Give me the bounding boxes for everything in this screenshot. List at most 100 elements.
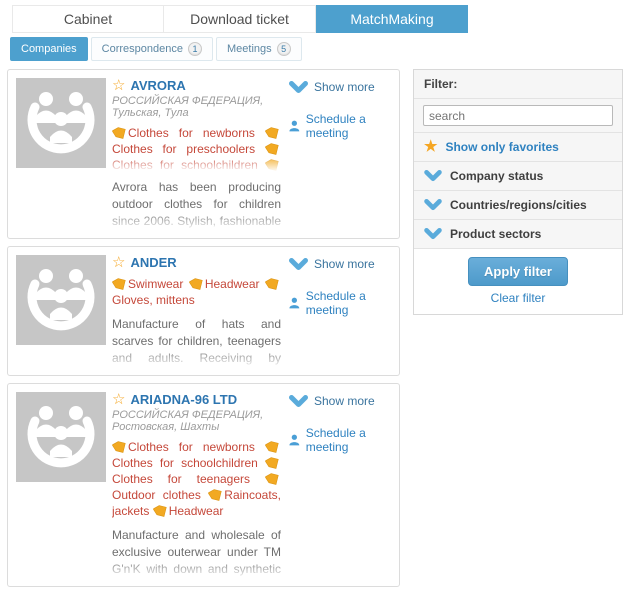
card-actions: Show more Schedule a meeting bbox=[289, 257, 393, 317]
tag-label: Swimwear bbox=[128, 277, 183, 291]
group-people-icon bbox=[16, 392, 106, 482]
show-more-link[interactable]: Show more bbox=[289, 257, 393, 271]
company-name[interactable]: ARIADNA-96 LTD bbox=[130, 392, 237, 407]
filter-actions: Apply filter Clear filter bbox=[414, 249, 622, 314]
tag-item[interactable]: Clothes for newborns bbox=[112, 126, 255, 140]
company-description: Avrora has been producing outdoor clothe… bbox=[112, 179, 281, 230]
schedule-meeting-link[interactable]: Schedule a meeting bbox=[289, 112, 393, 140]
subtab-meetings-label: Meetings bbox=[227, 43, 272, 55]
correspondence-count-badge: 1 bbox=[188, 42, 202, 56]
show-more-label: Show more bbox=[314, 394, 375, 408]
tag-icon bbox=[112, 126, 126, 140]
show-more-label: Show more bbox=[314, 80, 375, 94]
schedule-meeting-link[interactable]: Schedule a meeting bbox=[289, 289, 393, 317]
tag-icon bbox=[207, 488, 222, 502]
chevron-down-icon bbox=[289, 81, 308, 94]
filter-section-product-sectors[interactable]: Product sectors bbox=[414, 220, 622, 249]
company-description: Manufacture and wholesale of exclusive o… bbox=[112, 527, 281, 578]
tag-icon bbox=[264, 277, 279, 291]
company-description: Manufacture of hats and scarves for chil… bbox=[112, 316, 281, 367]
schedule-meeting-link[interactable]: Schedule a meeting bbox=[289, 426, 393, 454]
tag-label: Clothes for schoolchildren bbox=[112, 456, 258, 470]
subtab-correspondence[interactable]: Correspondence 1 bbox=[91, 37, 213, 61]
tag-item[interactable]: Swimwear bbox=[112, 277, 183, 291]
company-list: Show more Schedule a meeting ☆ AVRORA РО… bbox=[7, 69, 400, 594]
tag-icon bbox=[152, 504, 167, 518]
company-avatar bbox=[16, 392, 106, 482]
tag-label: Clothes for schoolchildren bbox=[112, 158, 258, 171]
tag-icon bbox=[264, 440, 279, 454]
subtab-correspondence-label: Correspondence bbox=[102, 43, 183, 55]
tab-download-ticket[interactable]: Download ticket bbox=[164, 5, 316, 33]
main-tab-bar: Cabinet Download ticket MatchMaking bbox=[0, 0, 630, 33]
filter-section-company-status[interactable]: Company status bbox=[414, 162, 622, 191]
subtab-meetings[interactable]: Meetings 5 bbox=[216, 37, 302, 61]
tag-item[interactable]: Clothes for newborns bbox=[112, 440, 255, 454]
company-avatar bbox=[16, 255, 106, 345]
filter-section-label: Company status bbox=[450, 169, 543, 183]
tag-icon bbox=[112, 440, 126, 454]
filter-title: Filter: bbox=[414, 70, 622, 99]
schedule-meeting-label: Schedule a meeting bbox=[306, 289, 393, 317]
tag-icon bbox=[188, 277, 203, 291]
tag-icon bbox=[264, 142, 279, 156]
favorite-star-icon[interactable]: ☆ bbox=[112, 78, 125, 93]
subtab-companies[interactable]: Companies bbox=[10, 37, 88, 61]
tag-icon bbox=[264, 158, 279, 171]
card-actions: Show more Schedule a meeting bbox=[289, 80, 393, 140]
subtab-companies-label: Companies bbox=[21, 43, 77, 55]
company-avatar bbox=[16, 78, 106, 168]
company-name[interactable]: ANDER bbox=[130, 255, 176, 270]
tag-label: Headwear bbox=[169, 504, 224, 518]
schedule-meeting-label: Schedule a meeting bbox=[306, 426, 393, 454]
show-more-label: Show more bbox=[314, 257, 375, 271]
show-more-link[interactable]: Show more bbox=[289, 394, 393, 408]
page-content: Show more Schedule a meeting ☆ AVRORA РО… bbox=[0, 69, 630, 594]
show-only-favorites[interactable]: ★ Show only favorites bbox=[414, 133, 622, 162]
tag-icon bbox=[264, 456, 279, 470]
company-tags: Clothes for newborns Clothes for prescho… bbox=[112, 125, 281, 171]
apply-filter-button[interactable]: Apply filter bbox=[468, 257, 568, 286]
tag-icon bbox=[264, 126, 279, 140]
schedule-meeting-label: Schedule a meeting bbox=[306, 112, 393, 140]
tag-icon bbox=[112, 277, 126, 291]
company-tags: Swimwear Headwear Gloves, mittens bbox=[112, 276, 281, 308]
filter-panel: Filter: ★ Show only favorites Company st… bbox=[413, 69, 623, 315]
filter-section-label: Product sectors bbox=[450, 227, 541, 241]
company-info: ☆ ANDER Swimwear Headwear Gloves, mitten… bbox=[112, 255, 281, 367]
card-actions: Show more Schedule a meeting bbox=[289, 394, 393, 454]
show-more-link[interactable]: Show more bbox=[289, 80, 393, 94]
meetings-count-badge: 5 bbox=[277, 42, 291, 56]
tag-label: Gloves, mittens bbox=[112, 293, 195, 307]
search-input[interactable] bbox=[423, 105, 613, 126]
company-card: Show more Schedule a meeting ☆ ARIADNA-9… bbox=[7, 383, 400, 587]
chevron-down-icon bbox=[289, 258, 308, 271]
filter-search-row bbox=[414, 99, 622, 133]
tab-matchmaking[interactable]: MatchMaking bbox=[316, 5, 468, 33]
tag-label: Clothes for newborns bbox=[128, 440, 255, 454]
tab-cabinet[interactable]: Cabinet bbox=[12, 5, 164, 33]
tag-item[interactable]: Headwear bbox=[189, 277, 260, 291]
show-only-favorites-label: Show only favorites bbox=[445, 140, 558, 154]
tag-label: Clothes for teenagers bbox=[112, 472, 250, 486]
tag-label: Headwear bbox=[205, 277, 260, 291]
filter-section-countries[interactable]: Countries/regions/cities bbox=[414, 191, 622, 220]
group-people-icon bbox=[16, 255, 106, 345]
tag-item[interactable]: Headwear bbox=[153, 504, 224, 518]
tag-label: Clothes for newborns bbox=[128, 126, 255, 140]
favorite-star-icon[interactable]: ☆ bbox=[112, 392, 125, 407]
group-people-icon bbox=[16, 78, 106, 168]
company-card: Show more Schedule a meeting ☆ AVRORA РО… bbox=[7, 69, 400, 239]
tag-label: Clothes for preschoolers bbox=[112, 142, 255, 156]
chevron-down-icon bbox=[424, 199, 442, 211]
company-info: ☆ AVRORA РОССИЙСКАЯ ФЕДЕРАЦИЯ, Тульская,… bbox=[112, 78, 281, 230]
chevron-down-icon bbox=[424, 228, 442, 240]
company-location: РОССИЙСКАЯ ФЕДЕРАЦИЯ, Ростовская, Шахты bbox=[112, 409, 281, 433]
company-name[interactable]: AVRORA bbox=[130, 78, 185, 93]
company-tags: Clothes for newborns Clothes for schoolc… bbox=[112, 439, 281, 519]
favorite-star-icon[interactable]: ☆ bbox=[112, 255, 125, 270]
person-icon bbox=[289, 119, 300, 133]
company-location: РОССИЙСКАЯ ФЕДЕРАЦИЯ, Тульская, Тула bbox=[112, 95, 281, 119]
clear-filter-link[interactable]: Clear filter bbox=[424, 291, 612, 305]
tag-item[interactable]: Clothes for teenagers bbox=[112, 158, 281, 171]
